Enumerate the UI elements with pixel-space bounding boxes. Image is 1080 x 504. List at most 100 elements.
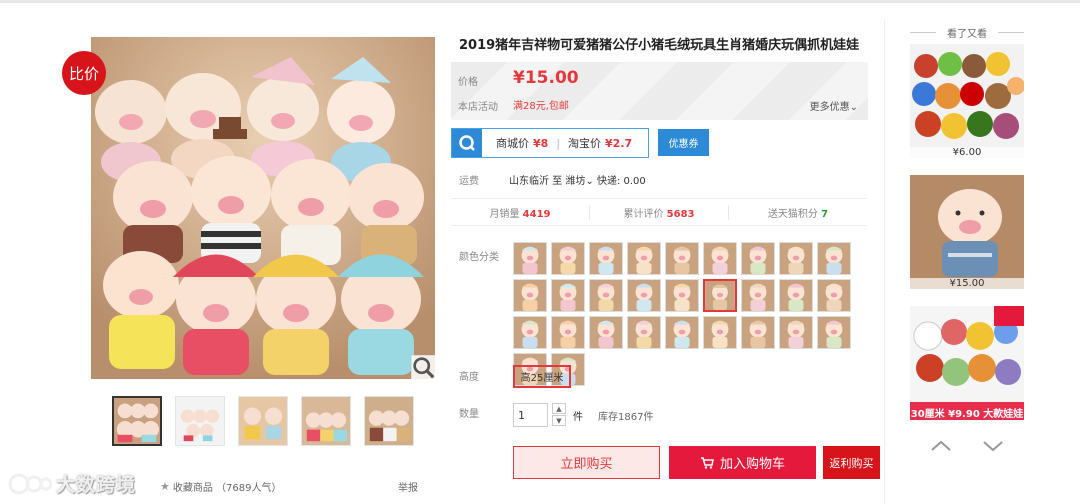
recommend-price-3: ¥9.90 (948, 409, 980, 420)
watermark-text: 大数跨境 (56, 474, 137, 496)
scroll-up-arrow-icon[interactable] (929, 436, 953, 456)
thumbnail-1[interactable] (112, 396, 162, 446)
recommend-price-1: ¥6.00 (910, 147, 1024, 158)
compare-q-icon (452, 129, 482, 157)
color-swatch[interactable] (551, 316, 585, 349)
buy-now-button[interactable]: 立即购买 (513, 446, 660, 479)
color-swatch[interactable] (741, 316, 775, 349)
total-reviews[interactable]: 累计评价 5683 (590, 204, 729, 220)
ship-to-select[interactable]: 潍坊⌄ (565, 176, 593, 187)
scroll-down-arrow-icon[interactable] (981, 436, 1005, 456)
more-offers-link[interactable]: 更多优惠⌄ (810, 98, 858, 113)
shipping-info: 山东临沂 至 潍坊⌄ 快递: 0.00 (509, 172, 646, 187)
product-title: 2019猪年吉祥物可爱猪猪公仔小猪毛绒玩具生肖猪婚庆玩偶抓机娃娃 (459, 38, 860, 53)
express-fee: 快递: 0.00 (596, 176, 646, 187)
collect-label: 收藏商品 （7689人气） (172, 483, 282, 494)
recommend-item-1[interactable]: ¥6.00 (910, 44, 1024, 158)
price-label: 价格 (458, 77, 478, 88)
rebate-buy-button[interactable]: 返利购买 (823, 446, 880, 479)
color-swatch[interactable] (779, 316, 813, 349)
thumbnail-4[interactable] (301, 396, 351, 446)
more-offers-label: 更多优惠 (809, 102, 850, 113)
recommend-item-2[interactable]: ¥15.00 (910, 175, 1024, 289)
caret-down-icon: ▼ (556, 416, 562, 425)
report-link[interactable]: 举报 (398, 479, 418, 494)
price-compare-bar: 商城价 ¥8 | 淘宝价 ¥2.7 (451, 128, 649, 158)
promo-label: 本店活动 (458, 102, 498, 113)
quantity-decrease-button[interactable]: ▼ (552, 415, 566, 426)
coupon-button[interactable]: 优惠券 (658, 129, 709, 156)
thumbnail-3[interactable] (238, 396, 288, 446)
recommend-banner-3b: 大款娃娃 (983, 409, 1024, 420)
plush-pigs-illustration (91, 37, 435, 379)
shipping-label: 运费 (459, 176, 479, 187)
color-swatch[interactable] (627, 316, 661, 349)
color-swatch[interactable] (627, 242, 661, 275)
color-swatch[interactable] (589, 242, 623, 275)
mall-price-label: 商城价 (496, 137, 529, 150)
color-swatch[interactable] (817, 242, 851, 275)
add-to-cart-button[interactable]: 加入购物车 (669, 446, 816, 479)
color-label: 颜色分类 (459, 252, 499, 263)
ship-to-value: 潍坊 (565, 176, 586, 187)
color-swatch[interactable] (741, 279, 775, 312)
quantity-increase-button[interactable]: ▲ (552, 403, 566, 414)
color-swatch[interactable] (817, 316, 851, 349)
color-swatch[interactable] (551, 279, 585, 312)
chevron-down-icon: ⌄ (849, 102, 858, 113)
promo-text: 满28元,包邮 (513, 101, 569, 112)
compare-badge[interactable]: 比价 (62, 51, 106, 95)
ship-from: 山东临沂 (509, 176, 549, 187)
tmall-points-value: 7 (821, 208, 829, 220)
color-swatch[interactable] (513, 242, 547, 275)
color-swatch[interactable] (513, 316, 547, 349)
color-swatch[interactable] (779, 279, 813, 312)
sidebar-divider (884, 20, 885, 504)
thumbnail-5[interactable] (364, 396, 414, 446)
color-swatch[interactable] (703, 242, 737, 275)
taobao-price: ¥2.7 (605, 136, 633, 150)
watermark: 大数跨境 (8, 470, 136, 497)
zoom-button[interactable] (411, 355, 435, 379)
thumbnail-strip (112, 396, 414, 446)
recommend-image-2 (910, 175, 1024, 289)
height-option[interactable]: 高25厘米 (513, 365, 571, 388)
color-swatch[interactable] (779, 242, 813, 275)
quantity-input[interactable]: 1 (513, 403, 548, 427)
color-swatch[interactable] (513, 279, 547, 312)
monthly-sales-value: 4419 (522, 208, 551, 220)
color-swatch[interactable] (665, 316, 699, 349)
caret-up-icon: ▲ (556, 404, 562, 413)
color-swatch[interactable] (741, 242, 775, 275)
color-swatch[interactable] (665, 279, 699, 312)
collect-link[interactable]: ★ 收藏商品 （7689人气） (160, 479, 282, 494)
color-swatch[interactable] (589, 279, 623, 312)
quantity-label: 数量 (459, 409, 479, 420)
color-swatch[interactable] (551, 242, 585, 275)
recommend-image-3 (910, 306, 1024, 420)
color-swatch[interactable] (703, 316, 737, 349)
color-swatch[interactable] (703, 279, 737, 312)
height-label: 高度 (459, 372, 479, 383)
color-swatch[interactable] (589, 316, 623, 349)
quantity-unit: 件 (573, 412, 583, 423)
ship-to-word: 至 (552, 176, 563, 187)
recommend-price-2: ¥15.00 (910, 278, 1024, 289)
recommend-item-3[interactable]: 30厘米 ¥9.90 大款娃娃 (910, 306, 1024, 420)
stock-count: 库存1867件 (598, 412, 654, 423)
sales-stats: 月销量 4419 累计评价 5683 送天猫积分 7 (451, 198, 867, 226)
sidebar-title: 看了又看 (910, 25, 1024, 40)
compare-separator: | (556, 136, 561, 150)
recommend-price-3-row: 30厘米 ¥9.90 大款娃娃 (910, 405, 1024, 420)
color-swatch[interactable] (627, 279, 661, 312)
top-divider (0, 0, 1080, 3)
color-swatch[interactable] (665, 242, 699, 275)
thumbnail-2[interactable] (175, 396, 225, 446)
watermark-logo-icon (8, 473, 52, 494)
star-icon: ★ (160, 480, 170, 493)
main-product-image[interactable] (91, 37, 435, 379)
add-to-cart-label: 加入购物车 (719, 457, 785, 472)
monthly-sales: 月销量 4419 (451, 204, 590, 220)
color-swatch[interactable] (817, 279, 851, 312)
cart-icon (700, 456, 714, 469)
